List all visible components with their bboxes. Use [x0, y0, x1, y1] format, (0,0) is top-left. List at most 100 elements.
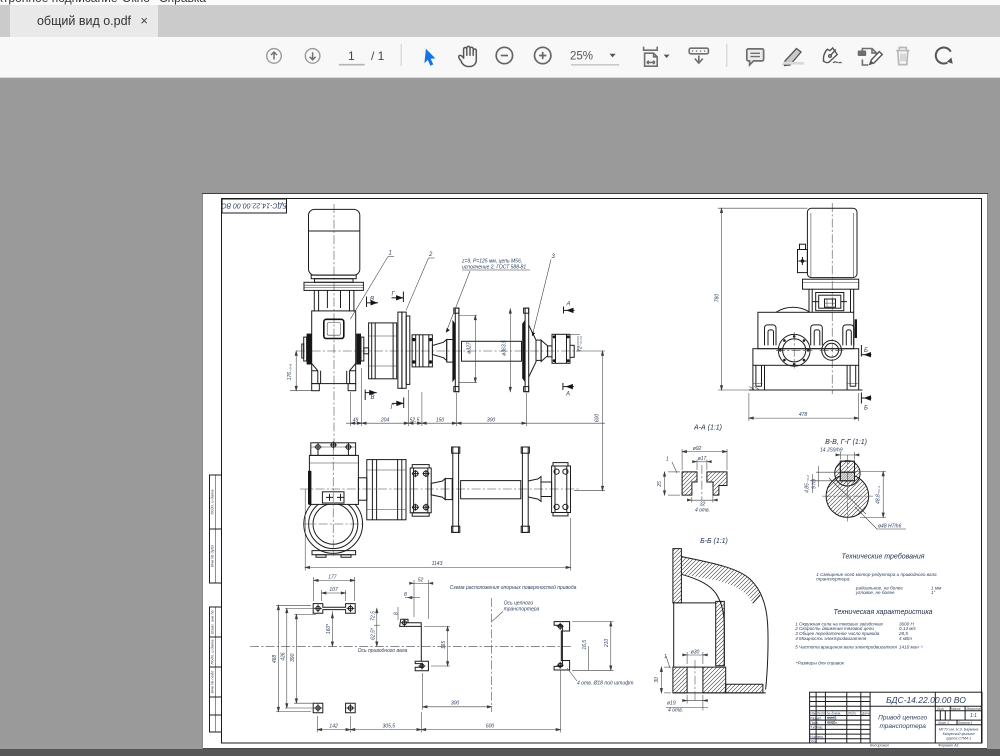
svg-text:72₋₀.₇₄: 72₋₀.₇₄: [578, 336, 584, 351]
svg-text:Технические требования: Технические требования: [841, 553, 924, 561]
svg-text:Копировал: Копировал: [870, 744, 890, 748]
svg-text:Лит.: Лит.: [936, 707, 945, 711]
svg-text:16,5: 16,5: [582, 640, 588, 650]
svg-text:Схема расположения опорных пов: Схема расположения опорных поверхностей …: [450, 584, 577, 591]
svg-text:Масса: Масса: [951, 707, 961, 711]
svg-text:/ 1: / 1: [371, 49, 385, 63]
svg-text:14 JS9/h9: 14 JS9/h9: [820, 448, 843, 454]
svg-text:1: 1: [389, 251, 392, 257]
svg-text:А-А (1:1): А-А (1:1): [693, 425, 722, 432]
svg-text:300: 300: [487, 417, 496, 423]
svg-text:1:1: 1:1: [970, 713, 977, 719]
svg-text:группа СТМ4-1: группа СТМ4-1: [946, 737, 971, 741]
svg-text:ø363,5: ø363,5: [501, 340, 507, 356]
svg-text:8: 8: [394, 612, 400, 615]
svg-text:177: 177: [328, 575, 337, 581]
svg-text:В: В: [371, 395, 375, 401]
svg-text:4 отв.: 4 отв.: [695, 508, 710, 514]
svg-text:Фомин: Фомин: [827, 721, 837, 725]
svg-text:Инв № дубл: Инв № дубл: [210, 544, 215, 567]
svg-text:1: 1: [666, 457, 669, 463]
svg-text:1°: 1°: [931, 590, 936, 595]
svg-text:160*: 160*: [326, 623, 332, 634]
svg-text:Б-Б (1:1): Б-Б (1:1): [700, 538, 728, 545]
svg-text:ø30: ø30: [691, 650, 700, 656]
svg-text:Взам. инв №: Взам. инв №: [210, 610, 215, 634]
svg-text:БДС-14.22.00.00 ВО: БДС-14.22.00.00 ВО: [886, 695, 966, 705]
svg-text:600: 600: [595, 414, 601, 423]
svg-text:1: 1: [348, 49, 355, 63]
svg-text:Формат А1: Формат А1: [938, 744, 959, 748]
svg-text:4 отв.: 4 отв.: [668, 708, 683, 714]
svg-text:390: 390: [290, 653, 296, 662]
svg-text:Масштаб: Масштаб: [967, 707, 982, 711]
svg-text:780: 780: [715, 294, 721, 303]
svg-text:Ось приводного вала: Ось приводного вала: [358, 648, 408, 654]
svg-text:176₋₀.₈: 176₋₀.₈: [287, 364, 293, 381]
svg-text:БДС-14.22.00.00 ВО: БДС-14.22.00.00 ВО: [221, 202, 287, 209]
svg-text:4 отв. Ø18 под штифт: 4 отв. Ø18 под штифт: [577, 680, 633, 686]
svg-text:исполнение 2, ГОСТ 588-81: исполнение 2, ГОСТ 588-81: [462, 265, 526, 271]
svg-text:Б: Б: [864, 406, 868, 412]
svg-text:49: 49: [353, 417, 359, 423]
svg-text:Подп. и дата: Подп. и дата: [210, 489, 215, 515]
svg-text:1410 мин⁻¹: 1410 мин⁻¹: [899, 644, 923, 649]
svg-text:300: 300: [451, 701, 460, 707]
svg-text:1: 1: [664, 654, 667, 660]
svg-text:Привод цепного: Привод цепного: [878, 714, 927, 722]
svg-text:Дата: Дата: [861, 712, 871, 716]
svg-text:Г: Г: [392, 292, 396, 298]
svg-text:Техническая характеристика: Техническая характеристика: [833, 609, 932, 616]
svg-text:В: В: [370, 297, 374, 303]
svg-text:транспортера: транспортера: [504, 607, 540, 613]
svg-text:142: 142: [329, 723, 338, 729]
svg-text:№ докум.: № докум.: [827, 712, 841, 716]
svg-text:Лист: Лист: [816, 712, 826, 716]
svg-text:транспортера:: транспортера:: [816, 577, 851, 582]
svg-text:Г: Г: [391, 405, 395, 411]
svg-text:204: 204: [380, 417, 390, 423]
svg-text:25: 25: [657, 481, 663, 488]
svg-text:48,8₊₀.₄: 48,8₊₀.₄: [876, 486, 882, 504]
svg-text:Т.контр.: Т.контр.: [810, 726, 823, 730]
svg-text:транспортера: транспортера: [879, 723, 926, 730]
svg-text:2: 2: [428, 252, 433, 258]
svg-text:ø48 H7/h6: ø48 H7/h6: [878, 524, 902, 530]
svg-text:угловое, не более: угловое, не более: [855, 590, 895, 595]
svg-text:107: 107: [329, 587, 338, 593]
svg-text:468: 468: [272, 655, 278, 664]
svg-text:ø19: ø19: [667, 701, 676, 707]
svg-text:62,5*: 62,5*: [370, 627, 376, 640]
svg-text:165: 165: [441, 641, 447, 650]
svg-text:3: 3: [552, 254, 556, 260]
svg-text:Пров.: Пров.: [810, 721, 819, 725]
svg-text:Разраб.: Разраб.: [810, 716, 822, 720]
svg-text:ø17: ø17: [698, 456, 707, 462]
svg-text:*Размеры для справок: *Размеры для справок: [796, 660, 845, 665]
svg-text:5 Частота вращения вала электр: 5 Частота вращения вала электродвигателя: [795, 644, 897, 649]
svg-text:Н.контр.: Н.контр.: [810, 735, 824, 739]
svg-text:ø92: ø92: [693, 446, 702, 452]
svg-text:Листов 1: Листов 1: [957, 721, 972, 725]
svg-text:9 h9: 9 h9: [812, 479, 818, 489]
svg-text:Лист 1: Лист 1: [937, 721, 949, 725]
svg-text:Подп. и дата: Подп. и дата: [210, 639, 215, 665]
svg-text:4 кВт: 4 кВт: [899, 636, 912, 641]
svg-text:600: 600: [486, 723, 495, 729]
svg-text:52,5: 52,5: [410, 417, 420, 423]
svg-text:4 Мощность электродвигателя: 4 Мощность электродвигателя: [795, 636, 867, 641]
svg-text:А: А: [566, 302, 571, 308]
svg-text:Утв.: Утв.: [810, 740, 817, 744]
svg-text:25%: 25%: [570, 51, 593, 63]
svg-text:1143: 1143: [432, 561, 443, 567]
svg-text:ø327: ø327: [466, 342, 472, 354]
svg-text:Б: Б: [864, 348, 868, 354]
svg-text:150: 150: [436, 417, 445, 423]
svg-text:478: 478: [799, 412, 808, 418]
svg-text:305,5: 305,5: [383, 723, 396, 729]
svg-text:В-В, Г-Г (1:1): В-В, Г-Г (1:1): [825, 439, 867, 446]
svg-text:МГТУ им. Н.Э. Баумана: МГТУ им. Н.Э. Баумана: [939, 728, 978, 732]
svg-text:210: 210: [604, 639, 610, 649]
svg-text:8: 8: [404, 592, 407, 598]
svg-text:72,5: 72,5: [370, 611, 376, 621]
